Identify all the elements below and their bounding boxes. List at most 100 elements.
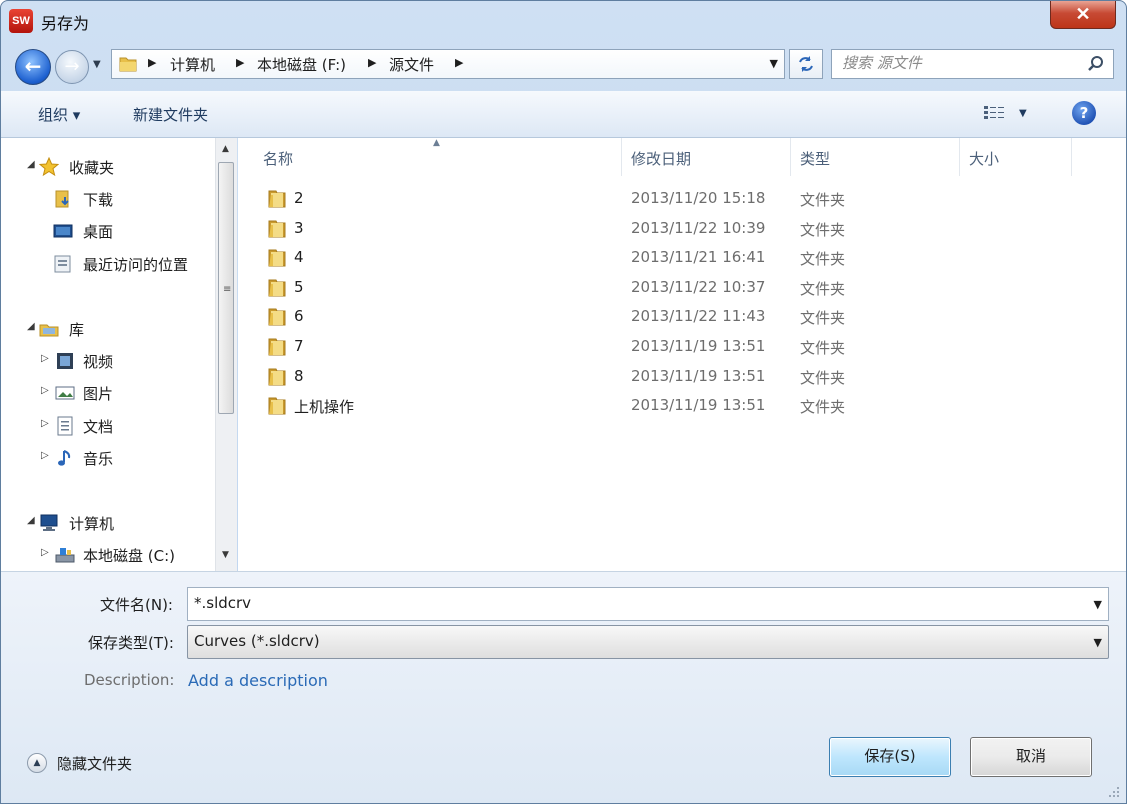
- nav-group-favorites[interactable]: ◢ 收藏夹: [1, 154, 215, 180]
- add-description-link[interactable]: Add a description: [188, 671, 328, 690]
- picture-library-icon: [55, 386, 75, 400]
- folder-icon: [268, 190, 286, 208]
- nav-item-drive-c[interactable]: ▷ 本地磁盘 (C:): [1, 542, 215, 568]
- nav-group-computer[interactable]: ◢ 计算机: [1, 510, 215, 536]
- file-modified-date: 2013/11/19 13:51: [631, 337, 766, 355]
- save-options-panel: 文件名(N): ▼ 保存类型(T): Curves (*.sldcrv) ▼ D…: [1, 571, 1126, 803]
- nav-item-pictures[interactable]: ▷ 图片: [1, 380, 215, 406]
- desktop-icon: [53, 224, 73, 238]
- file-name: 5: [294, 277, 304, 296]
- column-header-label: 类型: [800, 150, 831, 168]
- recent-pages-dropdown-icon[interactable]: ▼: [93, 59, 101, 70]
- nav-label: 库: [69, 321, 85, 339]
- chevron-down-icon[interactable]: ▼: [770, 57, 778, 70]
- chevron-down-icon[interactable]: ▼: [1094, 636, 1102, 649]
- document-library-icon: [57, 416, 73, 436]
- filetype-select[interactable]: Curves (*.sldcrv) ▼: [187, 625, 1109, 659]
- file-name: 上机操作: [294, 398, 355, 417]
- breadcrumb-source-folder[interactable]: 源文件: [389, 54, 434, 75]
- folder-icon: [268, 249, 286, 267]
- forward-button[interactable]: →: [55, 50, 89, 84]
- breadcrumb-separator-icon[interactable]: ▶: [236, 56, 244, 69]
- tree-collapsed-icon[interactable]: ▷: [41, 450, 49, 461]
- tree-expanded-icon[interactable]: ◢: [27, 321, 35, 332]
- address-bar[interactable]: ▶ 计算机 ▶ 本地磁盘 (F:) ▶ 源文件 ▶ ▼: [111, 49, 785, 79]
- file-row[interactable]: 3 2013/11/22 10:39 文件夹: [238, 214, 1126, 244]
- file-row[interactable]: 7 2013/11/19 13:51 文件夹: [238, 332, 1126, 362]
- cancel-button[interactable]: 取消: [970, 737, 1092, 777]
- chevron-down-icon[interactable]: ▼: [1094, 598, 1102, 611]
- column-header-name[interactable]: ▲ 名称: [238, 138, 622, 176]
- folder-icon: [268, 308, 286, 326]
- save-button[interactable]: 保存(S): [829, 737, 951, 777]
- nav-item-downloads[interactable]: 下载: [1, 186, 215, 212]
- breadcrumb-drive-f[interactable]: 本地磁盘 (F:): [257, 54, 346, 75]
- tree-collapsed-icon[interactable]: ▷: [41, 547, 49, 558]
- view-options-chevron-icon[interactable]: ▼: [1019, 108, 1027, 119]
- nav-item-videos[interactable]: ▷ 视频: [1, 348, 215, 374]
- tree-expanded-icon[interactable]: ◢: [27, 159, 35, 170]
- nav-item-documents[interactable]: ▷ 文档: [1, 413, 215, 439]
- nav-label: 本地磁盘 (C:): [83, 547, 175, 565]
- sort-ascending-icon: ▲: [433, 138, 440, 148]
- breadcrumb-separator-icon[interactable]: ▶: [148, 56, 156, 69]
- help-icon[interactable]: ?: [1072, 101, 1096, 125]
- nav-label: 最近访问的位置: [83, 256, 189, 274]
- breadcrumb-separator-icon[interactable]: ▶: [455, 56, 463, 69]
- grip-icon: ≡: [223, 284, 232, 295]
- file-name: 4: [294, 248, 304, 267]
- tree-collapsed-icon[interactable]: ▷: [41, 418, 49, 429]
- nav-label: 桌面: [83, 223, 114, 241]
- file-modified-date: 2013/11/19 13:51: [631, 366, 766, 385]
- nav-item-desktop[interactable]: 桌面: [1, 218, 215, 244]
- scrollbar-thumb[interactable]: ≡: [218, 162, 234, 414]
- organize-menu-button[interactable]: 组织 ▾: [38, 104, 80, 125]
- filename-input[interactable]: [194, 594, 1074, 612]
- breadcrumb-separator-icon[interactable]: ▶: [368, 56, 376, 69]
- search-box[interactable]: [831, 49, 1114, 79]
- scroll-up-icon[interactable]: ▲: [222, 144, 229, 154]
- file-modified-date: 2013/11/20 15:18: [631, 189, 766, 207]
- dialog-title: 另存为: [41, 14, 90, 33]
- nav-group-libraries[interactable]: ◢ 库: [1, 316, 215, 342]
- search-input[interactable]: [842, 54, 1082, 72]
- solidworks-app-icon: SW: [9, 9, 33, 33]
- nav-item-music[interactable]: ▷ 音乐: [1, 445, 215, 471]
- back-button[interactable]: ←: [15, 49, 51, 85]
- folder-icon: [268, 220, 286, 238]
- title-bar: SW 另存为 ✕: [1, 1, 1126, 41]
- hide-folders-button[interactable]: ▲ 隐藏文件夹: [27, 750, 157, 778]
- column-header-date[interactable]: 修改日期: [622, 138, 791, 176]
- nav-label: 图片: [83, 385, 114, 403]
- file-row[interactable]: 5 2013/11/22 10:37 文件夹: [238, 273, 1126, 303]
- navigation-pane-scrollbar[interactable]: ▲ ≡ ▼: [215, 138, 237, 571]
- filename-combobox[interactable]: ▼: [187, 587, 1109, 621]
- search-icon[interactable]: [1087, 55, 1105, 73]
- breadcrumb-computer[interactable]: 计算机: [170, 54, 215, 75]
- tree-expanded-icon[interactable]: ◢: [27, 515, 35, 526]
- file-row[interactable]: 2 2013/11/20 15:18 文件夹: [238, 184, 1126, 214]
- scroll-down-icon[interactable]: ▼: [222, 550, 229, 560]
- music-note-icon: [58, 450, 71, 466]
- tree-collapsed-icon[interactable]: ▷: [41, 385, 49, 396]
- file-row[interactable]: 上机操作 2013/11/19 13:51 文件夹: [238, 391, 1126, 421]
- nav-item-recent-places[interactable]: 最近访问的位置: [1, 251, 215, 277]
- tree-collapsed-icon[interactable]: ▷: [41, 353, 49, 364]
- folder-icon: [119, 57, 137, 72]
- file-row[interactable]: 6 2013/11/22 11:43 文件夹: [238, 302, 1126, 332]
- refresh-button[interactable]: [789, 49, 823, 79]
- folder-icon: [268, 397, 286, 415]
- file-type: 文件夹: [800, 279, 846, 298]
- file-type: 文件夹: [800, 368, 846, 387]
- column-header-type[interactable]: 类型: [791, 138, 960, 176]
- file-row[interactable]: 4 2013/11/21 16:41 文件夹: [238, 243, 1126, 273]
- file-type: 文件夹: [800, 191, 846, 209]
- file-row[interactable]: 8 2013/11/19 13:51 文件夹: [238, 362, 1126, 392]
- video-library-icon: [57, 353, 73, 369]
- file-modified-date: 2013/11/22 10:37: [631, 277, 766, 296]
- close-button[interactable]: ✕: [1050, 1, 1116, 29]
- column-header-size[interactable]: 大小: [960, 138, 1072, 176]
- resize-grip-icon[interactable]: [1108, 786, 1120, 798]
- view-details-icon[interactable]: [983, 105, 1005, 121]
- new-folder-button[interactable]: 新建文件夹: [133, 104, 208, 125]
